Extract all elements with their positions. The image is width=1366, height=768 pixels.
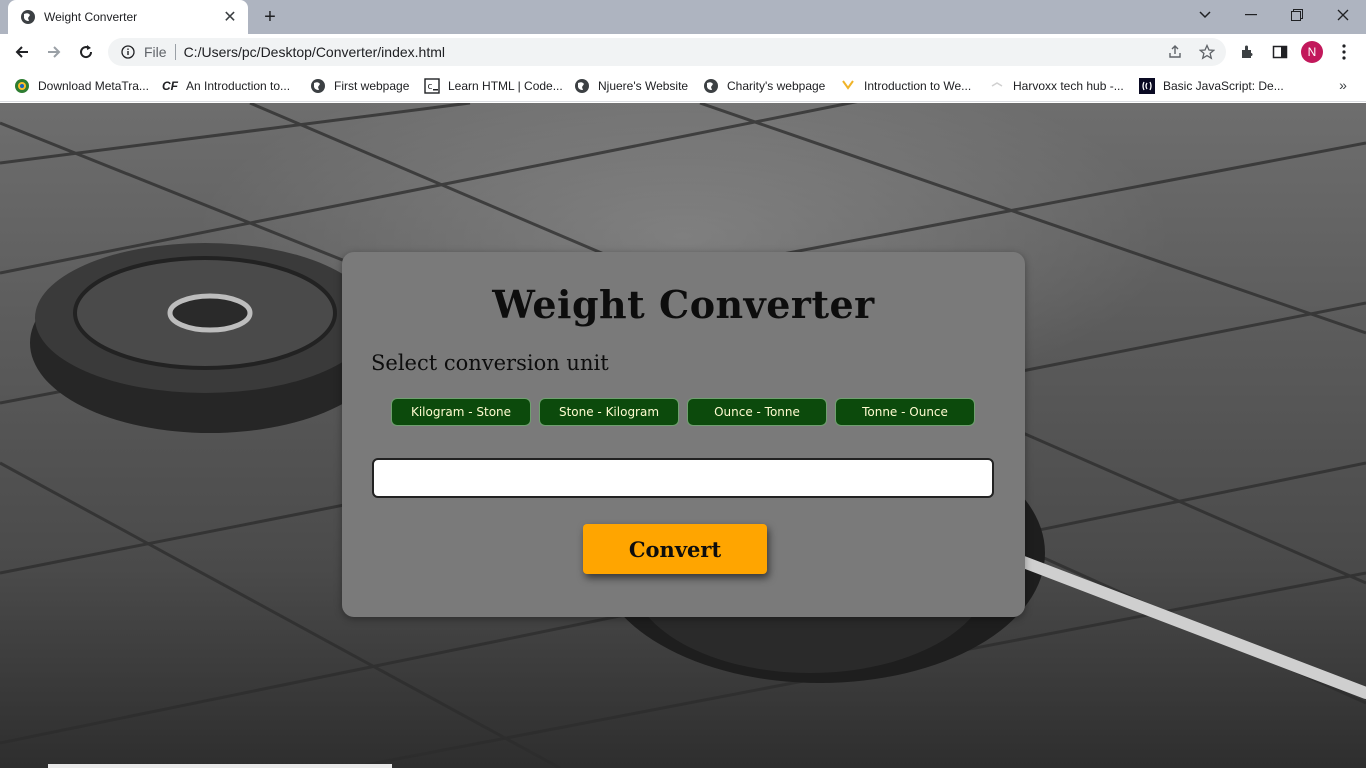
tonne-ounce-button[interactable]: Tonne - Ounce	[835, 398, 975, 426]
ounce-tonne-button[interactable]: Ounce - Tonne	[687, 398, 827, 426]
page-title: Weight Converter	[492, 282, 875, 327]
select-unit-label: Select conversion unit	[371, 351, 609, 375]
bookmark-item[interactable]: Harvoxx tech hub -...	[989, 76, 1124, 96]
tab-search-icon[interactable]	[1182, 0, 1228, 30]
star-icon[interactable]	[1199, 44, 1215, 60]
tab-strip: Weight Converter ✕ +	[0, 0, 1366, 34]
bookmark-label: Njuere's Website	[598, 79, 689, 93]
bookmark-item[interactable]: Njuere's Website	[574, 76, 688, 96]
bookmark-item[interactable]: c Learn HTML | Code...	[424, 76, 563, 96]
bookmark-label: Charity's webpage	[727, 79, 826, 93]
globe-icon	[310, 78, 326, 94]
weight-plate-image	[30, 243, 390, 433]
globe-icon	[703, 78, 719, 94]
minimize-icon[interactable]	[1228, 0, 1274, 30]
bookmark-label: Download MetaTra...	[38, 79, 149, 93]
side-panel-icon[interactable]	[1268, 40, 1292, 64]
svg-text:c: c	[428, 82, 433, 92]
bookmarks-bar: Download MetaTra... CF An Introduction t…	[0, 70, 1366, 102]
codecademy-icon: c	[424, 78, 440, 94]
bookmark-item[interactable]: CF An Introduction to...	[162, 76, 290, 96]
freecodecamp-icon	[1139, 78, 1155, 94]
stone-kilogram-button[interactable]: Stone - Kilogram	[539, 398, 679, 426]
bookmark-item[interactable]: First webpage	[310, 76, 409, 96]
site-info-icon[interactable]	[120, 44, 136, 60]
barbell-bar-image	[994, 547, 1366, 699]
share-icon[interactable]	[1167, 44, 1183, 60]
bookmark-label: Learn HTML | Code...	[448, 79, 563, 93]
tab-weight-converter[interactable]: Weight Converter ✕	[8, 0, 248, 34]
url-text[interactable]: C:/Users/pc/Desktop/Converter/index.html	[184, 44, 445, 60]
url-scheme: File	[144, 44, 167, 60]
back-icon[interactable]	[8, 38, 36, 66]
bookmark-label: Introduction to We...	[864, 79, 972, 93]
bookmark-label: First webpage	[334, 79, 410, 93]
url-separator	[174, 44, 176, 60]
metatrader-icon	[14, 78, 30, 94]
bookmark-item[interactable]: Introduction to We...	[840, 76, 971, 96]
kilogram-stone-button[interactable]: Kilogram - Stone	[391, 398, 531, 426]
forward-icon[interactable]	[40, 38, 68, 66]
tab-title: Weight Converter	[44, 10, 138, 24]
cf-icon: CF	[162, 79, 178, 93]
browser-menu-icon[interactable]	[1334, 40, 1354, 64]
close-window-icon[interactable]	[1320, 0, 1366, 30]
reload-icon[interactable]	[72, 38, 100, 66]
address-bar[interactable]: File C:/Users/pc/Desktop/Converter/index…	[108, 38, 1226, 66]
bookmark-item[interactable]: Basic JavaScript: De...	[1139, 76, 1284, 96]
bookmark-icon	[989, 78, 1005, 94]
bookmark-label: An Introduction to...	[186, 79, 291, 93]
horizontal-scrollbar[interactable]	[48, 764, 392, 768]
bookmark-icon	[840, 78, 856, 94]
bookmark-label: Harvoxx tech hub -...	[1013, 79, 1124, 93]
globe-icon	[574, 78, 590, 94]
extensions-icon[interactable]	[1236, 40, 1260, 64]
page-viewport: Weight Converter Select conversion unit …	[0, 103, 1366, 768]
converter-card: Weight Converter Select conversion unit …	[342, 252, 1025, 617]
bookmark-label: Basic JavaScript: De...	[1163, 79, 1284, 93]
weight-input[interactable]	[372, 458, 994, 498]
restore-icon[interactable]	[1274, 0, 1320, 30]
convert-button[interactable]: Convert	[583, 524, 767, 574]
more-bookmarks-icon[interactable]: »	[1334, 76, 1352, 94]
close-tab-icon[interactable]: ✕	[220, 7, 240, 27]
bookmark-item[interactable]: Charity's webpage	[703, 76, 825, 96]
profile-avatar[interactable]: N	[1301, 41, 1323, 63]
globe-icon	[20, 9, 36, 25]
bookmark-item[interactable]: Download MetaTra...	[14, 76, 149, 96]
new-tab-button[interactable]: +	[258, 6, 282, 28]
